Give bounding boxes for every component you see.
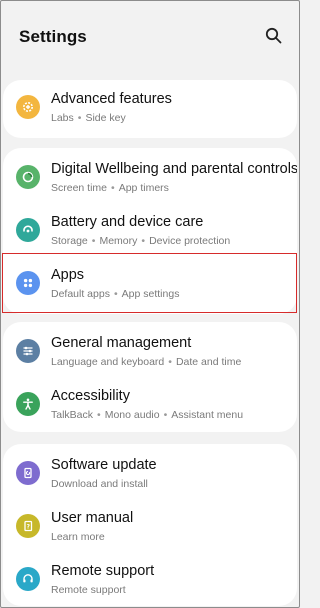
settings-item-title: Software update xyxy=(51,457,157,473)
settings-item-subtitle: TalkBack • Mono audio • Assistant menu xyxy=(51,409,244,421)
subtitle-part: Date and time xyxy=(175,356,242,368)
settings-item-subtitle: Screen time • App timers xyxy=(51,182,169,194)
headset-icon xyxy=(16,567,40,591)
app-header: Settings xyxy=(0,0,300,75)
settings-item-subtitle: Download and install xyxy=(51,478,148,490)
settings-group-1: Advanced features Labs • Side key xyxy=(3,80,297,138)
settings-item-subtitle: Default apps • App settings xyxy=(51,288,180,300)
settings-item-title: Digital Wellbeing and parental controls xyxy=(51,161,297,177)
subtitle-part: Learn more xyxy=(51,531,105,543)
subtitle-part: Assistant menu xyxy=(171,409,244,421)
settings-item-advanced-features[interactable]: Advanced features Labs • Side key xyxy=(3,84,297,138)
software-update-icon xyxy=(16,461,40,485)
settings-item-title: Advanced features xyxy=(51,91,172,107)
manual-icon: ? xyxy=(16,514,40,538)
settings-item-title: User manual xyxy=(51,510,134,526)
search-icon[interactable] xyxy=(264,26,284,46)
subtitle-part: Storage xyxy=(51,235,88,247)
wellbeing-icon xyxy=(16,165,40,189)
settings-item-title: Battery and device care xyxy=(51,214,204,230)
sliders-icon xyxy=(16,339,40,363)
settings-item-subtitle: Remote support xyxy=(51,584,126,596)
subtitle-part: Download and install xyxy=(51,478,148,490)
settings-item-subtitle: Storage • Memory • Device protection xyxy=(51,235,231,247)
settings-group-4: Software update Download and install ? U… xyxy=(3,444,297,606)
settings-item-title: General management xyxy=(51,335,192,351)
settings-item-battery-device-care[interactable]: Battery and device care Storage • Memory • D… xyxy=(3,207,297,261)
subtitle-part: Device protection xyxy=(149,235,231,247)
device-care-icon xyxy=(16,218,40,242)
settings-item-subtitle: Labs • Side key xyxy=(51,112,126,124)
subtitle-part: Side key xyxy=(85,112,126,124)
subtitle-part: Memory xyxy=(99,235,138,247)
subtitle-part: TalkBack xyxy=(51,409,94,421)
subtitle-part: Labs xyxy=(51,112,74,124)
subtitle-part: App settings xyxy=(121,288,180,300)
settings-item-software-update[interactable]: Software update Download and install xyxy=(3,450,297,504)
settings-item-user-manual[interactable]: ? User manual Learn more xyxy=(3,503,297,557)
settings-item-title: Accessibility xyxy=(51,388,130,404)
settings-item-general-management[interactable]: General management Language and keyboard… xyxy=(3,328,297,382)
gear-plus-icon xyxy=(16,95,40,119)
settings-item-accessibility[interactable]: Accessibility TalkBack • Mono audio • Assist… xyxy=(3,381,297,432)
subtitle-part: Mono audio xyxy=(104,409,160,421)
subtitle-part: Remote support xyxy=(51,584,126,596)
settings-item-title: Remote support xyxy=(51,563,155,579)
svg-text:?: ? xyxy=(27,523,31,530)
subtitle-part: App timers xyxy=(118,182,169,194)
settings-item-subtitle: Learn more xyxy=(51,531,105,543)
apps-grid-icon xyxy=(16,271,40,295)
settings-item-subtitle: Language and keyboard • Date and time xyxy=(51,356,242,368)
subtitle-part: Screen time xyxy=(51,182,108,194)
subtitle-part: Default apps xyxy=(51,288,110,300)
settings-group-2: Digital Wellbeing and parental controls … xyxy=(3,148,297,314)
page-title: Settings xyxy=(19,27,87,46)
settings-item-remote-support[interactable]: Remote support Remote support xyxy=(3,556,297,606)
settings-item-apps[interactable]: Apps Default apps • App settings xyxy=(3,260,297,314)
subtitle-part: Language and keyboard xyxy=(51,356,165,368)
settings-group-3: General management Language and keyboard… xyxy=(3,322,297,432)
settings-item-title: Apps xyxy=(51,267,85,283)
settings-item-digital-wellbeing[interactable]: Digital Wellbeing and parental controls … xyxy=(3,154,297,208)
accessibility-icon xyxy=(16,392,40,416)
